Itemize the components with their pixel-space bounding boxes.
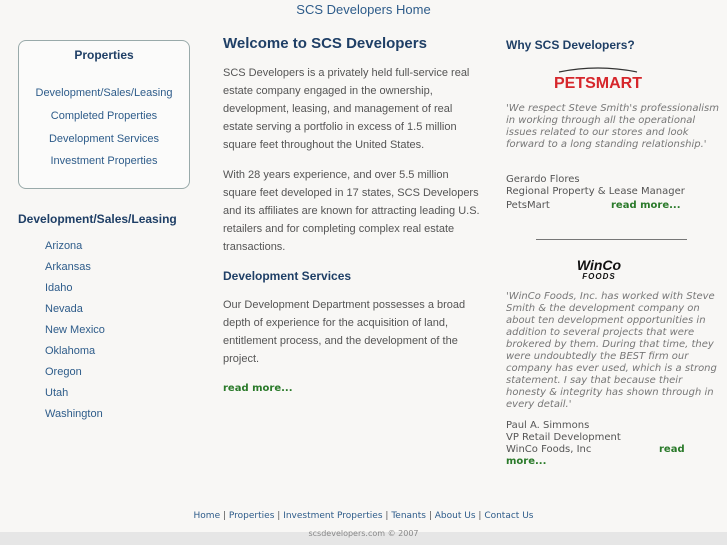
winco-read-more-link-continued[interactable]: more...: [506, 456, 546, 467]
properties-link-investment[interactable]: Investment Properties: [19, 155, 189, 167]
winco-name: Paul A. Simmons: [506, 420, 590, 431]
winco-read-more-link[interactable]: read: [659, 444, 685, 455]
copyright-text: scsdevelopers.com © 2007: [308, 529, 419, 538]
development-services-heading: Development Services: [223, 269, 352, 283]
footer-link-about-us[interactable]: About Us: [435, 511, 476, 521]
svg-text:FOODS: FOODS: [582, 272, 615, 281]
development-paragraph: Our Development Department possesses a b…: [223, 299, 466, 365]
petsmart-company: PetsMart: [506, 200, 550, 211]
footer-link-investment-properties[interactable]: Investment Properties: [283, 511, 382, 521]
petsmart-name: Gerardo Flores: [506, 174, 580, 185]
svg-text:PETSMART: PETSMART: [554, 75, 642, 92]
properties-link-completed[interactable]: Completed Properties: [19, 110, 189, 122]
properties-link-development-services[interactable]: Development Services: [19, 133, 189, 145]
intro-paragraph: SCS Developers is a privately held full-…: [223, 67, 470, 151]
winco-quote: 'WinCo Foods, Inc. has worked with Steve…: [506, 291, 717, 410]
home-link[interactable]: SCS Developers Home: [0, 2, 727, 17]
state-link-new-mexico[interactable]: New Mexico: [45, 324, 105, 336]
petsmart-logo: PETSMART: [551, 66, 645, 94]
testimonials-heading: Why SCS Developers?: [506, 38, 635, 52]
winco-role: VP Retail Development: [506, 432, 621, 443]
read-more-link[interactable]: read more...: [223, 383, 293, 394]
state-link-arkansas[interactable]: Arkansas: [45, 261, 91, 273]
state-link-oklahoma[interactable]: Oklahoma: [45, 345, 95, 357]
winco-logo: WinCo FOODS: [577, 257, 622, 281]
footer-separator: |: [222, 511, 227, 521]
state-link-arizona[interactable]: Arizona: [45, 240, 82, 252]
petsmart-quote: 'We respect Steve Smith's professionalis…: [506, 103, 720, 150]
svg-text:WinCo: WinCo: [577, 257, 622, 273]
experience-paragraph: With 28 years experience, and over 5.5 m…: [223, 169, 480, 253]
state-link-idaho[interactable]: Idaho: [45, 282, 73, 294]
footer-link-home[interactable]: Home: [194, 511, 221, 521]
page-title: Welcome to SCS Developers: [223, 35, 427, 52]
properties-box: Properties Development/Sales/Leasing Com…: [18, 40, 190, 189]
petsmart-read-more-link[interactable]: read more...: [611, 200, 681, 211]
dsl-heading: Development/Sales/Leasing: [18, 212, 177, 226]
footer-separator: |: [385, 511, 389, 521]
footer-separator: |: [478, 511, 482, 521]
state-link-utah[interactable]: Utah: [45, 387, 68, 399]
properties-link-development-sales-leasing[interactable]: Development/Sales/Leasing: [19, 87, 189, 99]
properties-title: Properties: [74, 48, 134, 62]
state-link-nevada[interactable]: Nevada: [45, 303, 83, 315]
state-link-oregon[interactable]: Oregon: [45, 366, 82, 378]
footer-link-properties[interactable]: Properties: [229, 511, 274, 521]
winco-company: WinCo Foods, Inc: [506, 444, 592, 455]
testimonial-divider: [536, 239, 687, 240]
footer-link-tenants[interactable]: Tenants: [391, 511, 426, 521]
footer-nav: Home | Properties | Investment Propertie…: [0, 511, 727, 521]
footer-separator: |: [277, 511, 281, 521]
footer-link-contact-us[interactable]: Contact Us: [484, 511, 533, 521]
footer-separator: |: [428, 511, 432, 521]
state-link-washington[interactable]: Washington: [45, 408, 103, 420]
petsmart-role: Regional Property & Lease Manager: [506, 186, 685, 197]
